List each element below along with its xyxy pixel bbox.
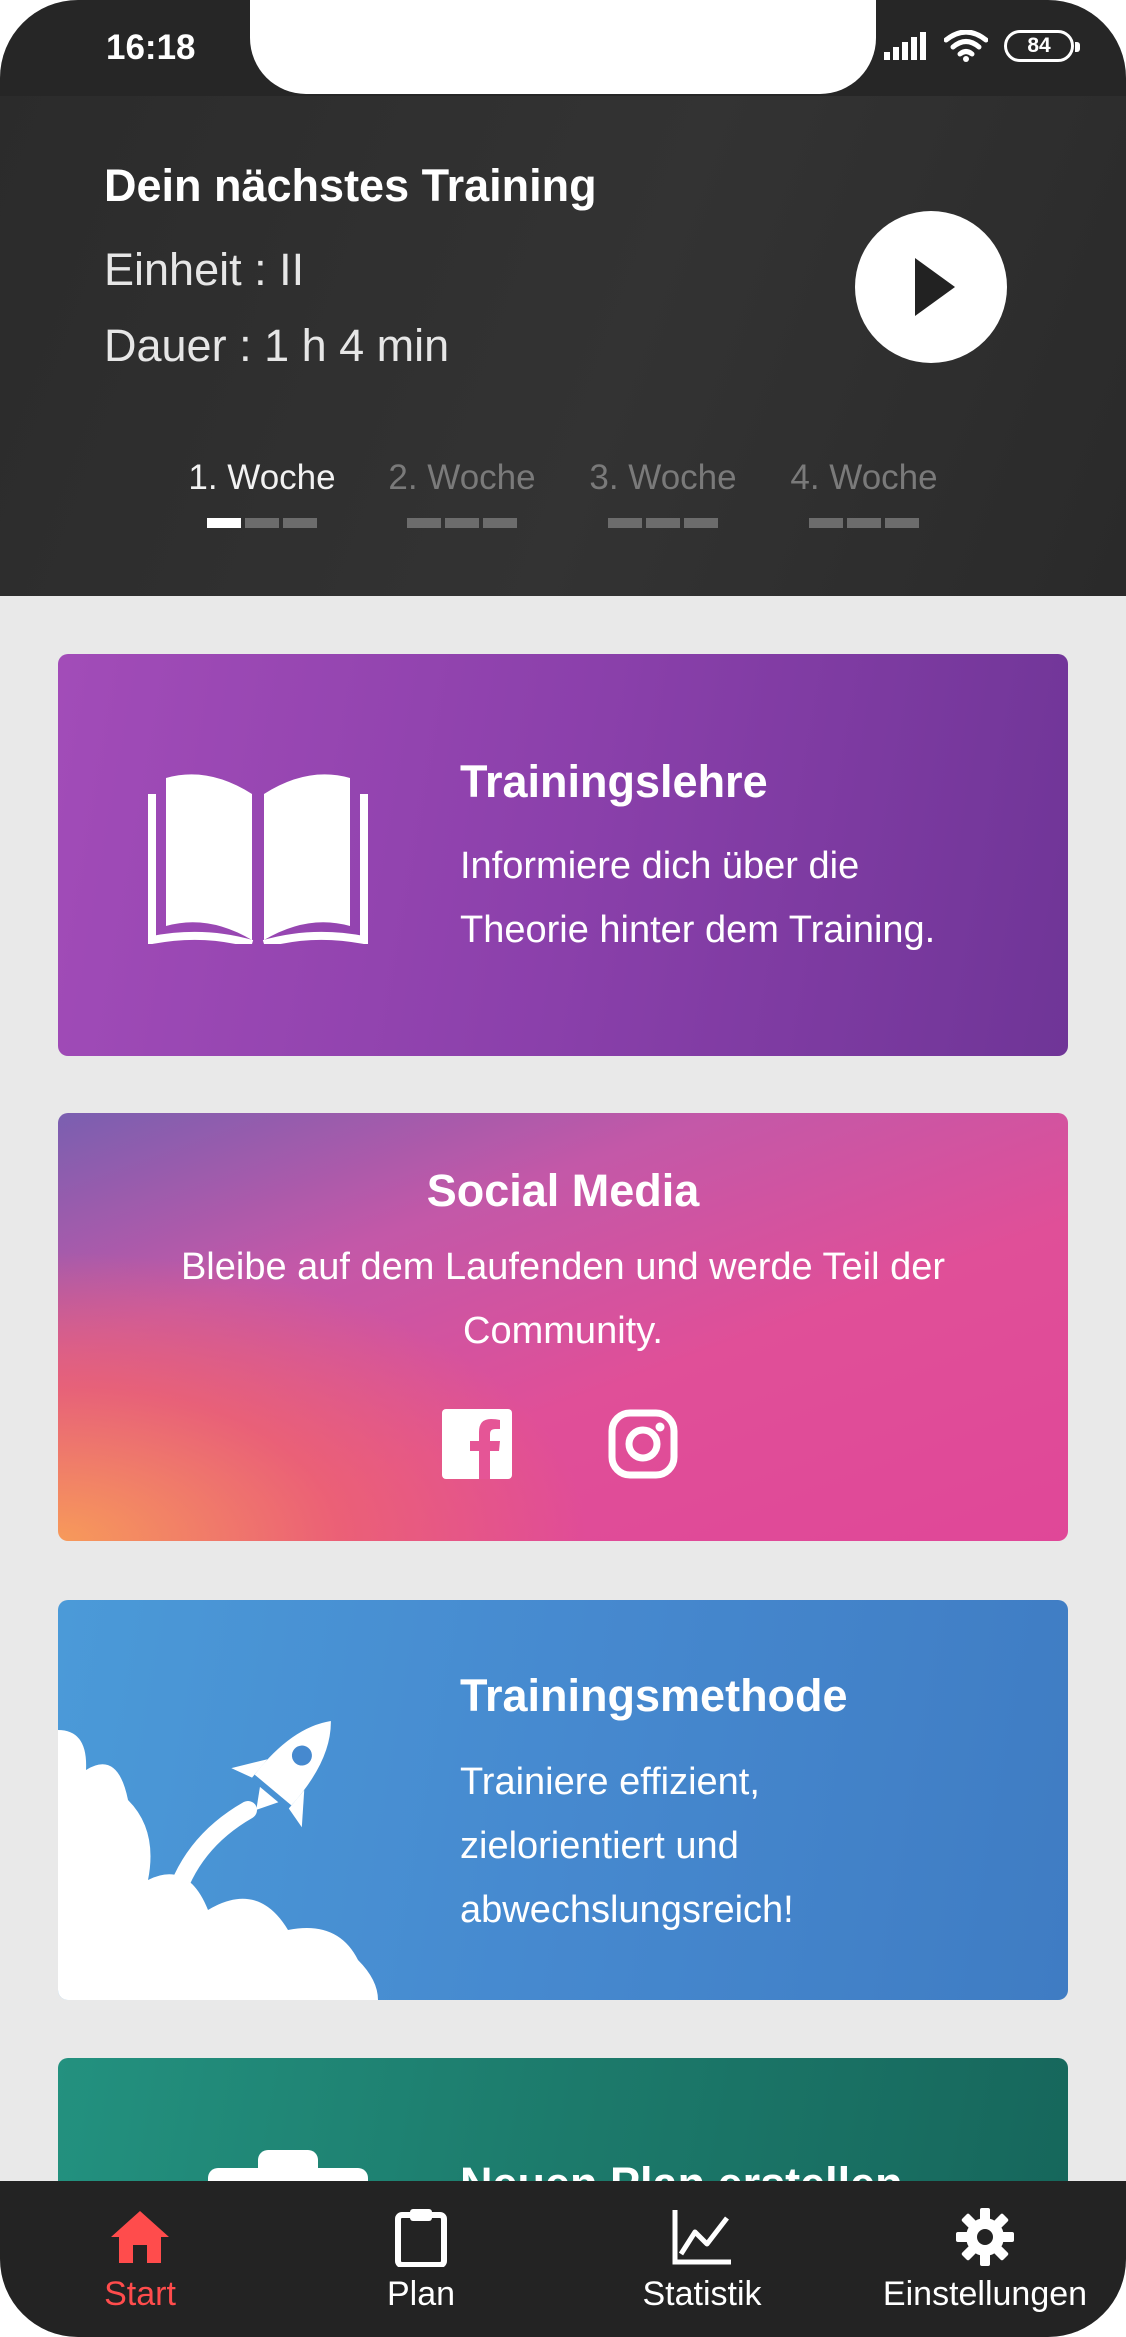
week-3-progress — [573, 518, 753, 528]
battery-indicator: 84 — [1004, 30, 1080, 62]
tab-week-2-label: 2. Woche — [388, 458, 536, 497]
facebook-icon[interactable] — [442, 1409, 512, 1479]
bottom-navigation: Start Plan Statistik Einstellungen — [0, 2181, 1126, 2337]
chart-icon — [672, 2210, 731, 2265]
next-training-panel: Dein nächstes Training Einheit : II Daue… — [0, 96, 1126, 596]
notch — [250, 0, 876, 94]
nav-statistik[interactable]: Statistik — [622, 2207, 782, 2314]
social-media-desc-2: Community. — [463, 1310, 663, 1352]
instagram-icon[interactable] — [608, 1409, 678, 1479]
week-4-progress — [774, 518, 954, 528]
trainingslehre-desc-1: Informiere dich über die — [460, 845, 860, 887]
nav-einstellungen[interactable]: Einstellungen — [880, 2207, 1090, 2314]
tab-week-4-label: 4. Woche — [790, 458, 938, 497]
tab-week-4[interactable]: 4. Woche — [774, 458, 954, 528]
nav-start-label: Start — [104, 2275, 176, 2313]
trainingsmethode-desc-1: Trainiere effizient, — [460, 1761, 760, 1803]
clipboard-icon — [395, 2209, 447, 2267]
trainingsmethode-desc-2: zielorientiert und — [460, 1825, 739, 1867]
nav-start[interactable]: Start — [60, 2207, 220, 2314]
tab-week-3-label: 3. Woche — [589, 458, 737, 497]
card-trainingslehre[interactable]: Trainingslehre Informiere dich über die … — [58, 654, 1068, 1056]
tab-week-3[interactable]: 3. Woche — [573, 458, 753, 528]
social-links — [442, 1409, 678, 1479]
tab-week-2[interactable]: 2. Woche — [372, 458, 552, 528]
play-icon — [915, 258, 955, 316]
week-2-progress — [372, 518, 552, 528]
nav-statistik-label: Statistik — [642, 2275, 762, 2313]
trainingsmethode-title: Trainingsmethode — [460, 1670, 848, 1721]
unit-line: Einheit : II — [104, 244, 305, 295]
status-bar: 16:18 84 — [0, 0, 1126, 96]
card-trainingsmethode[interactable]: Trainingsmethode Trainiere effizient, zi… — [58, 1600, 1068, 2000]
nav-einstellungen-label: Einstellungen — [882, 2275, 1088, 2313]
card-social-media: Social Media Bleibe auf dem Laufenden un… — [58, 1113, 1068, 1541]
trainingslehre-desc-2: Theorie hinter dem Training. — [460, 909, 936, 951]
play-button[interactable] — [855, 211, 1007, 363]
nav-plan-label: Plan — [386, 2275, 456, 2313]
social-media-title: Social Media — [426, 1165, 700, 1216]
gear-icon — [956, 2208, 1014, 2266]
wifi-icon — [944, 30, 988, 62]
rocket-icon — [58, 1721, 378, 2000]
week-tabs: 1. Woche 2. Woche 3. Woche 4. Woche — [0, 458, 1126, 538]
tab-week-1[interactable]: 1. Woche — [172, 458, 352, 528]
open-book-icon — [148, 774, 368, 944]
home-icon — [111, 2211, 169, 2263]
nav-plan[interactable]: Plan — [341, 2207, 501, 2314]
signal-icon — [884, 32, 926, 60]
social-media-desc-1: Bleibe auf dem Laufenden und werde Teil … — [180, 1246, 946, 1288]
trainingsmethode-desc-3: abwechslungsreich! — [460, 1889, 794, 1931]
duration-line: Dauer : 1 h 4 min — [104, 320, 450, 371]
trainingslehre-title: Trainingslehre — [460, 756, 768, 807]
phone-screen: 16:18 84 Dein nächstes Training Einheit … — [0, 0, 1126, 2337]
week-1-progress — [172, 518, 352, 528]
status-time: 16:18 — [106, 28, 196, 67]
status-icons: 84 — [884, 30, 1080, 62]
next-training-title: Dein nächstes Training — [104, 160, 597, 211]
tab-week-1-label: 1. Woche — [188, 458, 336, 497]
